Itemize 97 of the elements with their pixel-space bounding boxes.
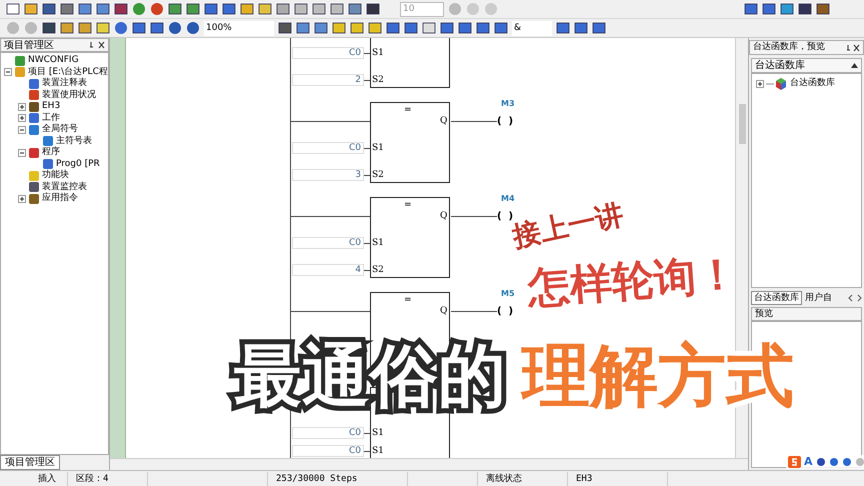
operator-label: = [404, 294, 412, 307]
coil: ( ) [497, 305, 514, 319]
wire [364, 80, 370, 81]
library-dropdown[interactable]: 台达函数库 [751, 58, 862, 73]
logic-combo[interactable]: & [512, 20, 552, 36]
operand-field[interactable]: 3 [292, 169, 364, 181]
operand-field[interactable]: C0 [292, 47, 364, 59]
expander-icon[interactable] [18, 194, 26, 203]
caption-text: 理解方式 [520, 336, 795, 418]
tree-item[interactable]: 台达函数库 [790, 77, 835, 90]
wire [364, 175, 370, 176]
tree-node-icon [29, 182, 39, 192]
tree-node-icon [29, 90, 39, 100]
tree-node-icon [29, 124, 39, 135]
expander-icon[interactable] [18, 102, 26, 111]
tree-item[interactable]: 项目 [E:\台达PLC程 [28, 66, 108, 79]
ime-logo-icon[interactable] [788, 456, 801, 468]
pin-label: Q [440, 210, 448, 223]
input-mode[interactable]: A [804, 454, 813, 470]
wire [364, 148, 370, 149]
operand-field[interactable]: 4 [292, 264, 364, 276]
tree-node-icon [29, 78, 39, 89]
tree-node-icon [15, 56, 25, 66]
expander-icon[interactable] [4, 68, 12, 76]
pin-label: Q [440, 115, 448, 128]
tree-node-icon [29, 194, 39, 204]
tree-node-icon [43, 159, 53, 170]
operand-field[interactable]: C0 [292, 142, 364, 154]
pin-close-icon[interactable] [846, 44, 860, 52]
tab-scroll-icon[interactable] [848, 294, 862, 302]
status-cell: 253/30000 Steps [268, 472, 408, 486]
pin-close-icon[interactable] [89, 41, 105, 49]
tree-item[interactable]: 程序 [42, 146, 60, 160]
pin-label: S2 [372, 264, 384, 277]
tree-item[interactable]: 主符号表 [56, 134, 92, 148]
panel-tab[interactable]: 台达函数库 [751, 291, 802, 305]
pin-label: S1 [372, 237, 384, 250]
status-cell: 区段：4 [68, 472, 148, 486]
status-cell: EH3 [568, 472, 668, 486]
tree-node-icon [15, 67, 25, 78]
status-cell: 离线状态 [478, 472, 568, 486]
caret-icon [851, 63, 858, 68]
operator-label: = [404, 104, 412, 117]
tree-node-icon [29, 148, 39, 158]
tree-item[interactable]: 装置使用状况 [42, 88, 96, 102]
wire [364, 433, 370, 434]
panel-tab[interactable]: 用户自 [802, 291, 835, 305]
tree-item[interactable]: 全局符号 [42, 123, 78, 136]
operand-field[interactable]: C0 [292, 445, 364, 457]
tree-item[interactable]: 装置注释表 [42, 77, 87, 90]
coil-label: M4 [501, 193, 515, 205]
operand-field[interactable]: C0 [292, 237, 364, 249]
cube-icon [766, 78, 788, 90]
operand-field[interactable]: 2 [292, 74, 364, 86]
pin-label: S1 [372, 445, 384, 458]
coil: ( ) [497, 210, 514, 222]
tree-node-icon [29, 170, 39, 181]
pin-label: S1 [372, 427, 384, 440]
panel-tab[interactable]: 项目管理区 [0, 455, 60, 470]
zoom-combo[interactable]: 100% [204, 20, 274, 36]
panel-title: 预览 [751, 307, 862, 321]
tree-node-icon [29, 113, 39, 124]
tree-node-icon [29, 102, 39, 112]
wire [364, 451, 370, 452]
pin-label: S1 [372, 47, 384, 60]
wire [364, 270, 370, 271]
operand-field[interactable]: C0 [292, 427, 364, 439]
tree-item[interactable]: Prog0 [PR [56, 158, 100, 171]
tree-item[interactable]: NWCONFIG [28, 54, 79, 68]
wire [451, 216, 497, 217]
pin-label: S1 [372, 142, 384, 155]
wire [451, 121, 497, 122]
scrollbar-thumb[interactable] [739, 104, 746, 144]
tree-item[interactable]: 功能块 [42, 169, 69, 182]
wire [451, 311, 497, 312]
wire [364, 243, 370, 244]
tree-item[interactable]: 装置监控表 [42, 180, 87, 194]
tree-item[interactable]: 应用指令 [42, 192, 78, 206]
expander-icon[interactable] [18, 114, 26, 122]
caption-text: 怎样轮询！ [526, 248, 740, 314]
coil-label: M3 [501, 98, 515, 110]
expander-icon[interactable] [756, 80, 764, 88]
tree-item[interactable]: 工作 [42, 112, 60, 125]
pin-label: S2 [372, 74, 384, 87]
tree-item[interactable]: EH3 [42, 100, 60, 114]
panel-title: 台达函数库，预览 [753, 40, 826, 54]
pin-label: Q [440, 305, 448, 318]
expander-icon[interactable] [18, 126, 26, 134]
wire [364, 53, 370, 54]
tree-node-icon [43, 136, 53, 146]
status-cell: 插入 [30, 472, 68, 486]
coil-label: M5 [501, 288, 515, 300]
operator-label: = [404, 199, 412, 212]
pin-label: S2 [372, 169, 384, 182]
expander-icon[interactable] [18, 148, 26, 157]
coil: ( ) [497, 115, 514, 129]
panel-title: 项目管理区 [4, 38, 55, 52]
